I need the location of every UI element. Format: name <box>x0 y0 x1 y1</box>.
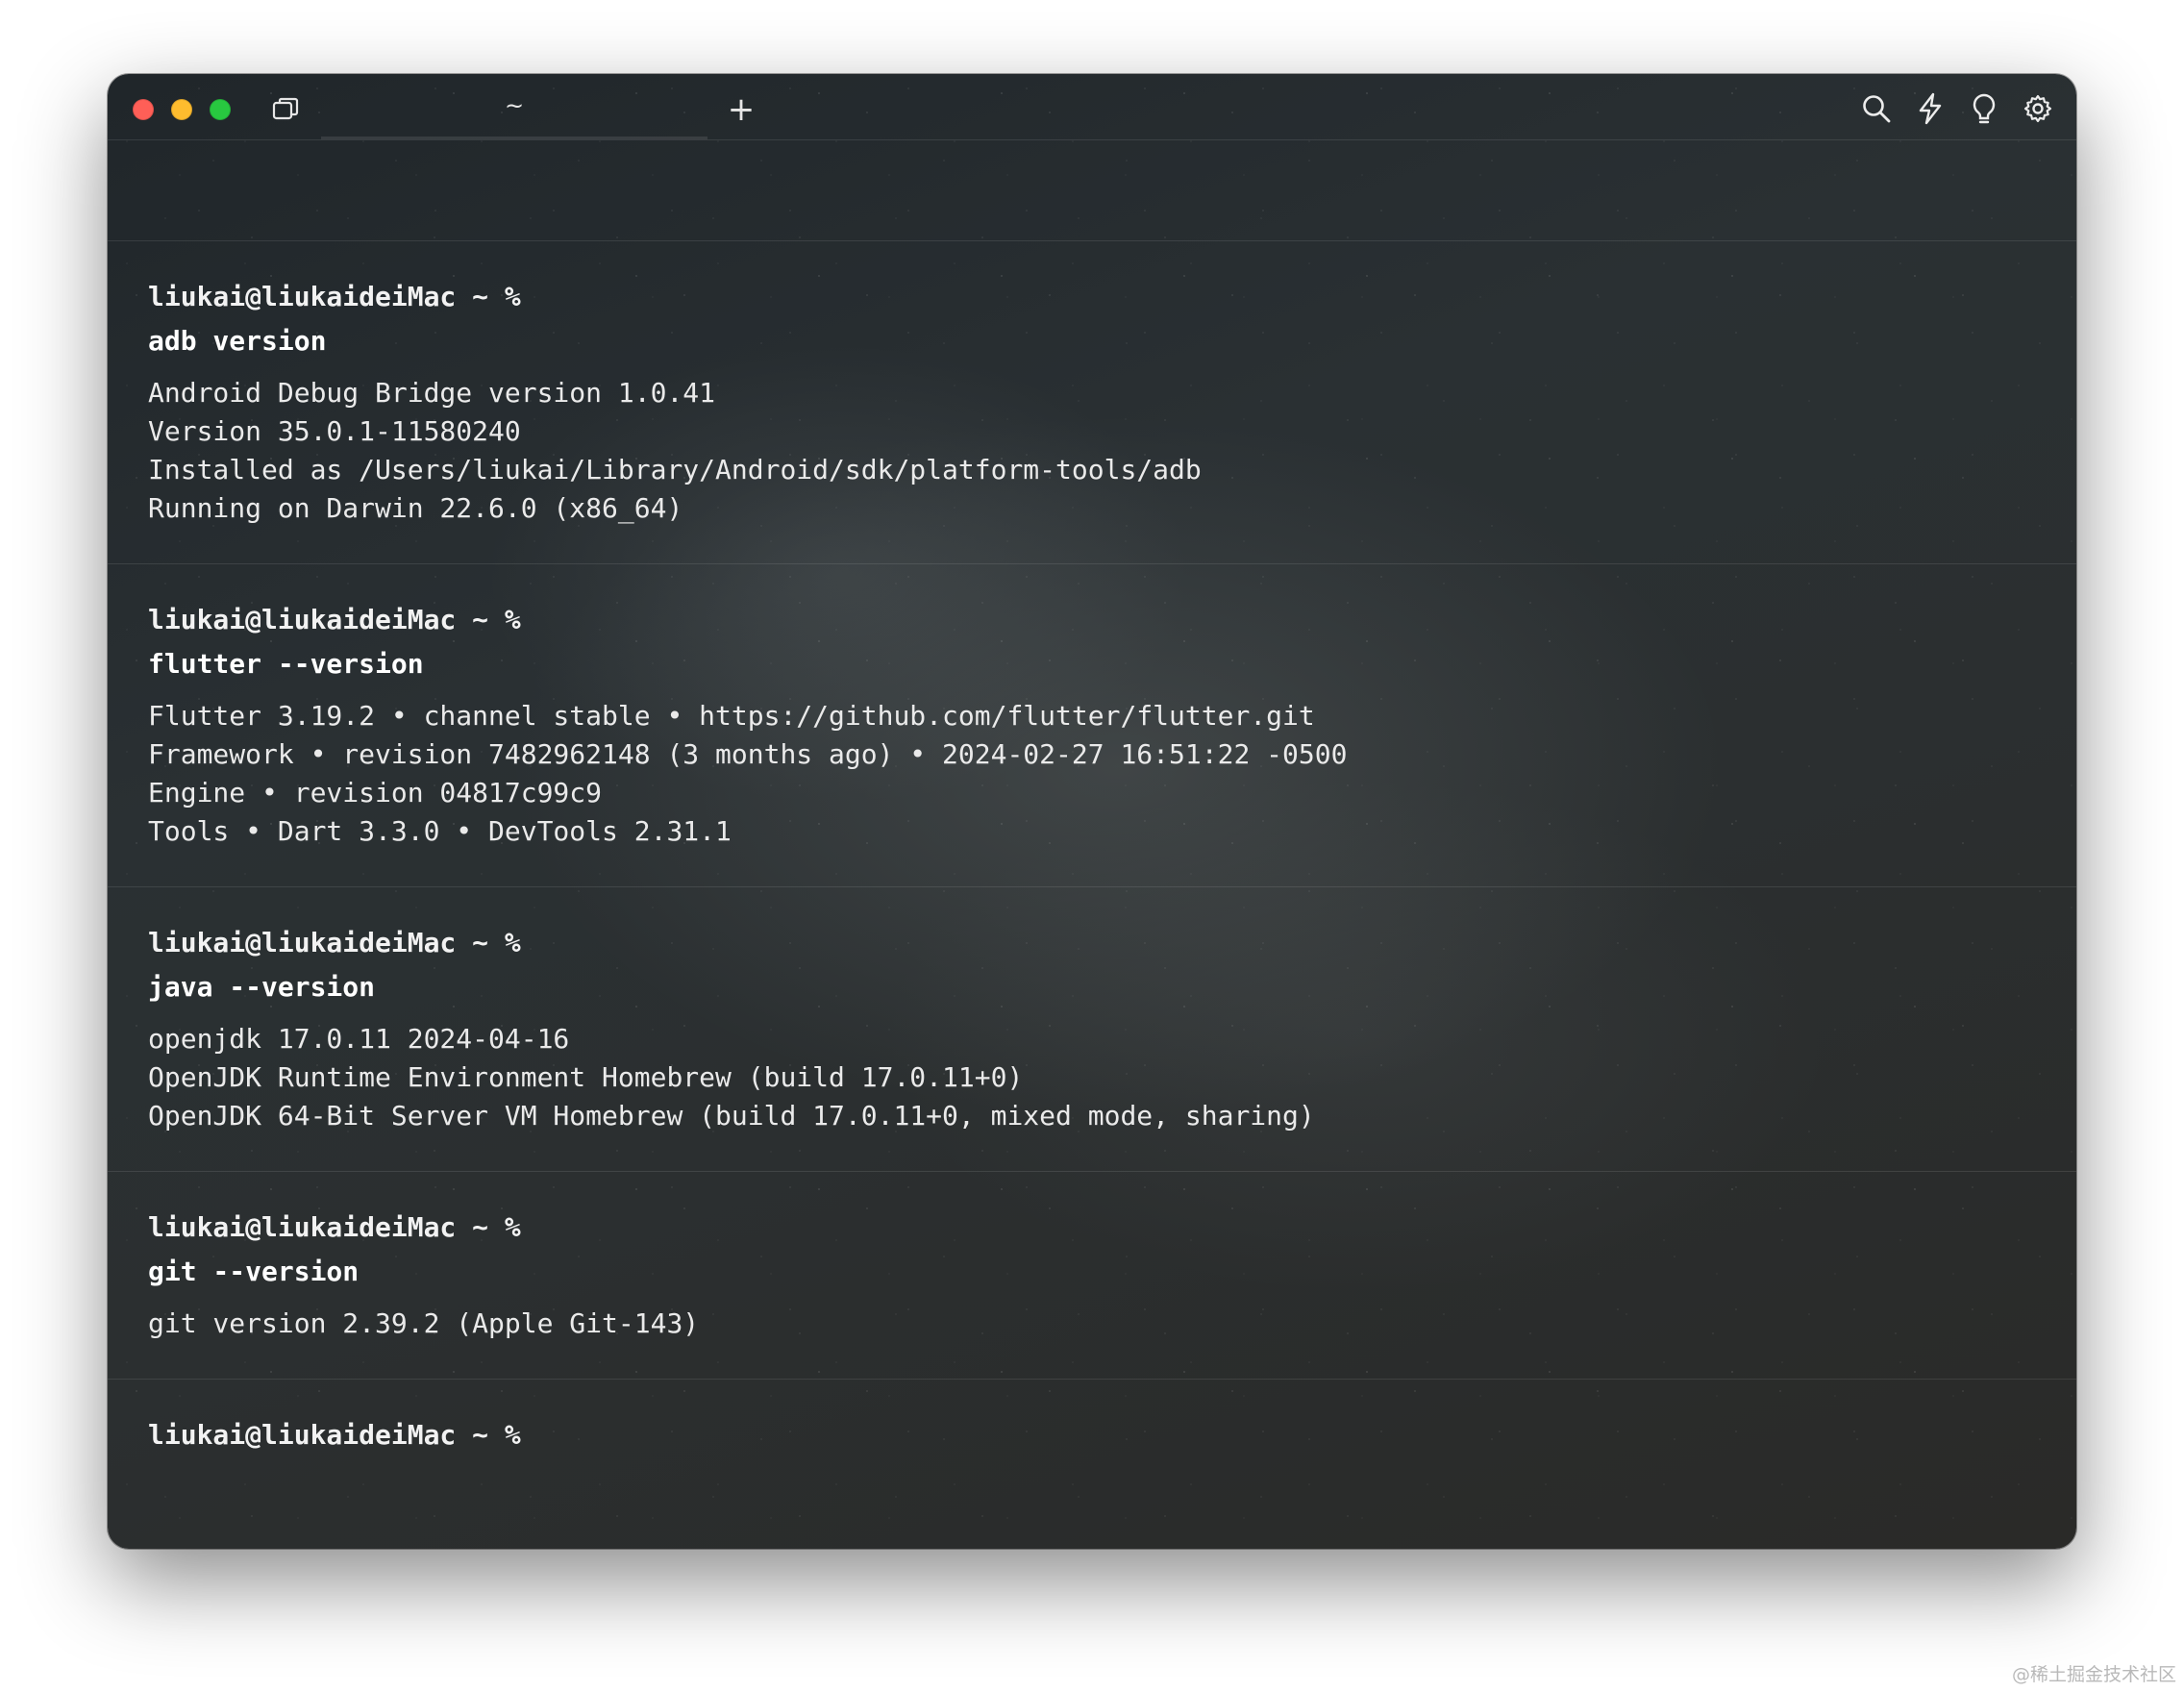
tips-button[interactable] <box>1967 91 2001 126</box>
minimize-window-button[interactable] <box>171 99 192 120</box>
output-line: Framework • revision 7482962148 (3 month… <box>148 738 1348 770</box>
title-bar: ~ + <box>108 74 2076 140</box>
output-line: Version 35.0.1-11580240 <box>148 415 521 447</box>
tab-home[interactable]: ~ <box>321 74 707 139</box>
output-line: Flutter 3.19.2 • channel stable • https:… <box>148 700 1315 732</box>
workflows-button[interactable] <box>1913 91 1948 126</box>
tabs-panel-icon <box>272 97 299 120</box>
plus-icon: + <box>727 90 756 129</box>
output-line: Engine • revision 04817c99c9 <box>148 777 603 809</box>
output-line: Installed as /Users/liukai/Library/Andro… <box>148 454 1202 485</box>
command-output: Flutter 3.19.2 • channel stable • https:… <box>148 697 2076 851</box>
prompt-line: liukai@liukaideiMac ~ % <box>148 281 521 312</box>
prompt-line: liukai@liukaideiMac ~ % <box>148 604 521 635</box>
command-block[interactable]: liukai@liukaideiMac ~ % git --version gi… <box>108 1171 2076 1379</box>
lightning-icon <box>1919 92 1942 125</box>
command-block[interactable]: liukai@liukaideiMac ~ % adb version Andr… <box>108 240 2076 563</box>
prompt-line: liukai@liukaideiMac ~ % <box>148 1211 521 1243</box>
command-output: openjdk 17.0.11 2024-04-16 OpenJDK Runti… <box>148 1020 2076 1135</box>
new-tab-button[interactable]: + <box>723 91 759 128</box>
search-icon <box>1863 95 1891 123</box>
sidebar-toggle-button[interactable] <box>269 93 302 126</box>
output-line: Tools • Dart 3.3.0 • DevTools 2.31.1 <box>148 815 732 847</box>
active-input-block[interactable]: liukai@liukaideiMac ~ % <box>108 1379 2076 1549</box>
command-output: Android Debug Bridge version 1.0.41 Vers… <box>148 374 2076 528</box>
output-line: OpenJDK 64-Bit Server VM Homebrew (build… <box>148 1100 1315 1132</box>
command-text: flutter --version <box>148 648 424 680</box>
toolbar-right <box>1859 91 2055 126</box>
settings-button[interactable] <box>2021 91 2055 126</box>
settings-gear-icon <box>2023 94 2052 123</box>
output-line: OpenJDK Runtime Environment Homebrew (bu… <box>148 1061 1024 1093</box>
tab-title: ~ <box>504 91 525 119</box>
command-text: java --version <box>148 971 376 1003</box>
output-line: openjdk 17.0.11 2024-04-16 <box>148 1023 570 1055</box>
maximize-window-button[interactable] <box>210 99 231 120</box>
command-block[interactable]: liukai@liukaideiMac ~ % java --version o… <box>108 886 2076 1171</box>
command-output: git version 2.39.2 (Apple Git-143) <box>148 1305 2076 1343</box>
command-block[interactable]: liukai@liukaideiMac ~ % flutter --versio… <box>108 563 2076 886</box>
search-button[interactable] <box>1859 91 1894 126</box>
output-line: git version 2.39.2 (Apple Git-143) <box>148 1307 700 1339</box>
close-window-button[interactable] <box>133 99 154 120</box>
output-line: Running on Darwin 22.6.0 (x86_64) <box>148 492 683 524</box>
command-text: adb version <box>148 325 327 357</box>
terminal-content[interactable]: liukai@liukaideiMac ~ % adb version Andr… <box>108 140 2076 1549</box>
terminal-window: ~ + liukai@liukaideiMac ~ % adb version … <box>108 74 2076 1549</box>
current-prompt: liukai@liukaideiMac ~ % <box>148 1419 521 1451</box>
prompt-line: liukai@liukaideiMac ~ % <box>148 927 521 958</box>
watermark: @稀土掘金技术社区 <box>2011 1664 2176 1685</box>
command-text: git --version <box>148 1256 360 1287</box>
output-line: Android Debug Bridge version 1.0.41 <box>148 377 716 409</box>
lightbulb-icon <box>1973 93 1996 124</box>
